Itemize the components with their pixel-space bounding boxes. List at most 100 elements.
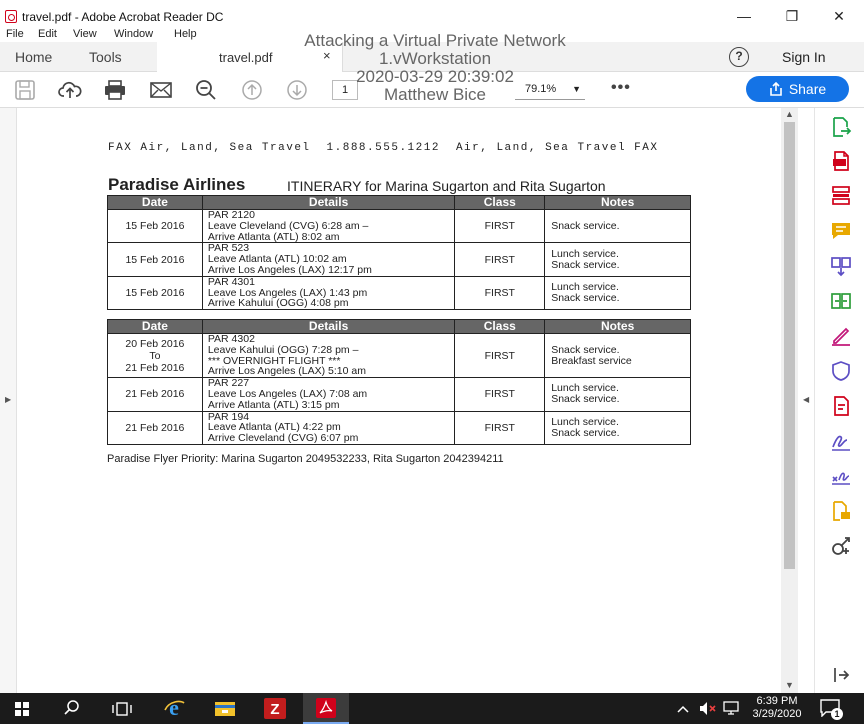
action-center-button[interactable]: 1 [820,699,844,720]
notes-cell-line: Snack service. [551,426,620,439]
flyer-priority-note: Paradise Flyer Priority: Marina Sugarton… [107,453,504,465]
system-clock[interactable]: 6:39 PM 3/29/2020 [742,695,812,721]
airline-name: Paradise Airlines [108,175,246,194]
upload-cloud-icon[interactable] [58,78,82,102]
organize-pages-icon[interactable] [830,185,852,207]
details-cell-line: Arrive Kahului (OGG) 4:08 pm [207,297,349,310]
share-label: Share [788,81,827,97]
date-cell: 21 Feb 2016 [107,377,203,412]
compress-pdf-icon[interactable] [830,290,852,312]
details-cell-line: Arrive Los Angeles (LAX) 12:17 pm [207,263,372,276]
scroll-down-icon[interactable]: ▼ [785,680,794,690]
acrobat-taskbar-button[interactable] [303,693,349,724]
pdf-page: FAX Air, Land, Sea Travel 1.888.555.1212 A… [17,108,781,693]
column-header-class: Class [454,195,546,210]
watermark-line: 2020-03-29 20:39:02 [356,67,514,86]
notes-cell-line: Lunch service. [551,247,619,260]
protect-icon[interactable] [830,360,852,382]
fill-sign-icon[interactable] [830,325,852,347]
scrollbar-thumb[interactable] [784,122,795,569]
file-explorer-icon[interactable] [214,700,236,717]
notes-cell-line: Snack service. [551,258,620,271]
more-tools-button[interactable]: ••• [611,79,631,97]
class-cell: FIRST [454,410,546,445]
export-pdf-icon[interactable] [830,116,852,138]
column-header-notes: Notes [544,195,691,210]
send-for-review-icon[interactable] [830,500,852,522]
expand-left-pane-icon[interactable]: ▶ [5,395,11,404]
filezilla-icon[interactable]: Z [264,698,286,719]
notification-count-badge: 1 [831,708,843,720]
date-cell: 20 Feb 2016 To 21 Feb 2016 [107,332,203,379]
itinerary-table-1: Date Details Class Notes 15 Feb 2016 PAR … [107,195,691,311]
details-cell-line: PAR 4301 [207,275,255,288]
details-cell-line: Leave Cleveland (CVG) 6:28 am – [207,219,369,232]
notes-cell-line: Snack service. [551,291,620,304]
notes-cell-line: Snack service. [551,343,620,356]
windows-start-icon[interactable] [15,702,29,716]
scroll-up-icon[interactable]: ▲ [785,109,794,119]
date-cell-line: To [149,349,161,362]
date-cell: 15 Feb 2016 [107,208,203,244]
table-row: 15 Feb 2016 PAR 523 Leave Atlanta (ATL) 10… [107,242,691,277]
internet-explorer-icon[interactable]: e [163,698,185,719]
notes-cell: Lunch service. Snack service. [544,242,691,277]
print-icon[interactable] [103,78,127,102]
fax-header-left: FAX Air, Land, Sea Travel [108,142,311,154]
clock-date: 3/29/2020 [752,708,802,720]
network-icon[interactable] [722,701,740,716]
class-cell: FIRST [454,275,546,311]
date-cell-line: 21 Feb 2016 [125,421,185,434]
send-for-signature-icon[interactable] [830,465,852,487]
notes-cell: Snack service. Breakfast service [544,332,691,379]
menu-window[interactable]: Window [114,28,153,40]
watermark-line: Attacking a Virtual Private Network [304,31,566,50]
table-row: 21 Feb 2016 PAR 194 Leave Atlanta (ATL) 4:… [107,410,691,445]
sign-in-link[interactable]: Sign In [782,49,826,65]
notes-cell-line: Snack service. [551,393,620,406]
minimize-button[interactable]: — [730,6,758,26]
chevron-up-icon[interactable] [677,704,689,714]
column-header-date: Date [107,319,203,334]
combine-files-icon[interactable] [830,255,852,277]
zoom-out-icon[interactable] [194,78,218,102]
edit-pdf-icon[interactable] [830,395,852,417]
create-pdf-icon[interactable] [830,150,852,172]
tab-tools[interactable]: Tools [89,42,122,72]
details-cell-line: Leave Kahului (OGG) 7:28 pm – [207,343,359,356]
volume-muted-icon[interactable] [699,701,717,716]
help-icon[interactable]: ? [729,47,749,67]
more-tools-icon[interactable] [830,535,852,557]
close-button[interactable]: ✕ [825,6,853,26]
title-bar: travel.pdf - Adobe Acrobat Reader DC — ❐… [0,0,864,28]
request-signatures-icon[interactable] [830,430,852,452]
column-header-details: Details [201,195,456,210]
task-view-icon[interactable] [112,702,132,716]
collapse-right-pane-icon[interactable]: ◀ [803,395,809,404]
fax-header-phone: 1.888.555.1212 [326,142,440,154]
search-icon[interactable] [64,700,80,716]
date-cell-line: 21 Feb 2016 [125,361,185,374]
maximize-button[interactable]: ❐ [778,6,806,26]
email-icon[interactable] [149,78,173,102]
save-icon[interactable] [13,78,37,102]
menu-edit[interactable]: Edit [38,28,57,40]
details-cell-line: Arrive Los Angeles (LAX) 5:10 am [207,365,366,378]
column-header-class: Class [454,319,546,334]
menu-help[interactable]: Help [174,28,197,40]
vertical-scrollbar[interactable]: ▲ ▼ [781,108,798,693]
menu-file[interactable]: File [6,28,24,40]
class-cell: FIRST [454,332,546,379]
collapse-tools-icon[interactable] [830,664,852,686]
notes-cell: Snack service. [544,208,691,244]
details-cell-line: Arrive Atlanta (ATL) 3:15 pm [207,398,340,411]
menu-view[interactable]: View [73,28,97,40]
left-navigation-pane[interactable]: ▶ [0,108,17,693]
tab-home[interactable]: Home [15,42,52,72]
right-pane-toggle[interactable]: ◀ [798,108,814,693]
comment-icon[interactable] [830,220,852,242]
document-viewer[interactable]: FAX Air, Land, Sea Travel 1.888.555.1212 A… [17,108,781,693]
share-button[interactable]: Share [746,76,849,102]
date-cell-line: 15 Feb 2016 [125,253,185,266]
taskbar: e Z 6:39 PM 3/29/2020 1 [0,693,864,724]
